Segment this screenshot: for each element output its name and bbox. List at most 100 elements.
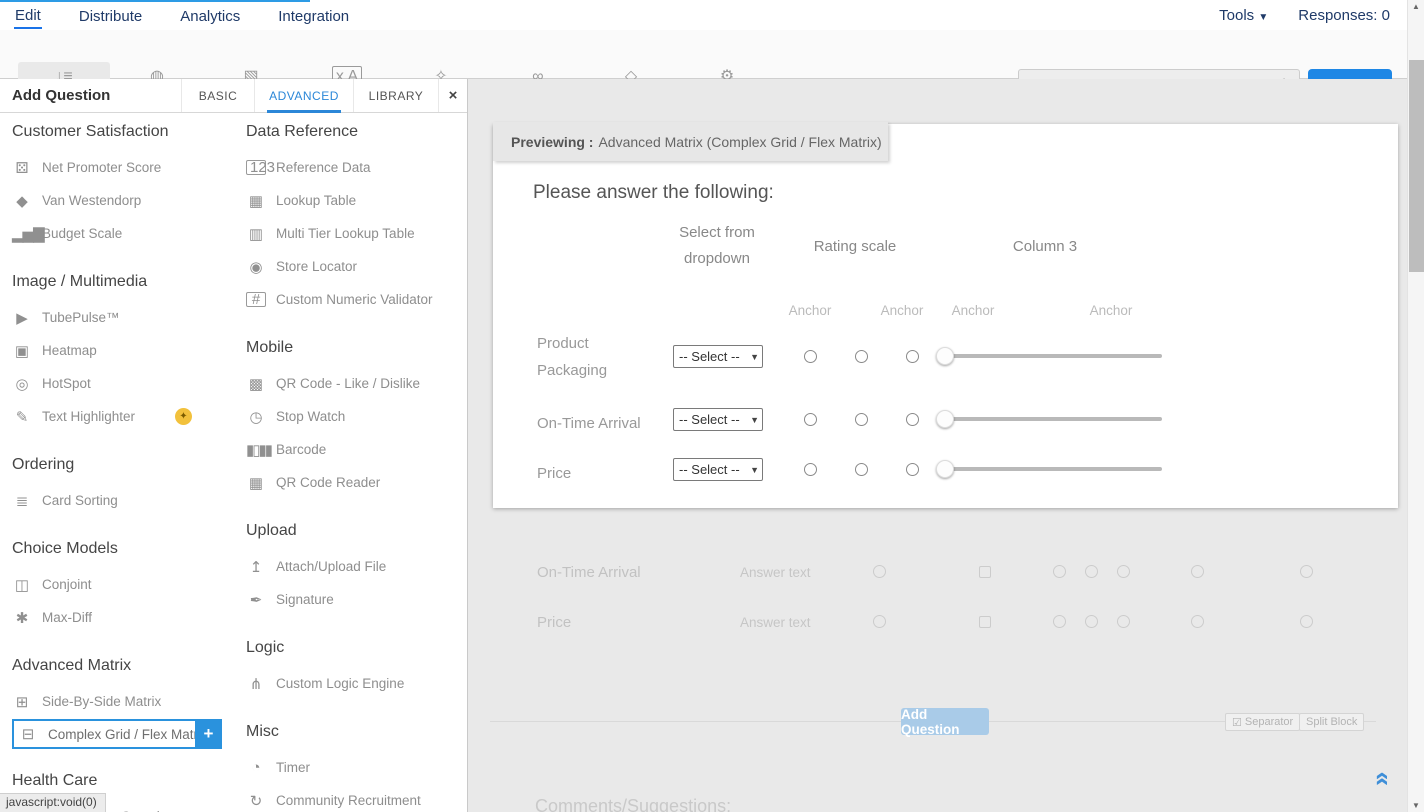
tab-library[interactable]: LIBRARY: [353, 79, 438, 112]
split-block-button[interactable]: Split Block: [1299, 713, 1364, 731]
radio-button[interactable]: [855, 413, 868, 426]
radio-button[interactable]: [855, 463, 868, 476]
question-type-timer[interactable]: ◔ Timer: [246, 751, 462, 784]
separator-button[interactable]: ☑ Separator: [1225, 713, 1300, 731]
radio-button[interactable]: [873, 615, 886, 628]
slider-handle[interactable]: [936, 347, 954, 365]
chevron-down-icon: ▼: [1258, 12, 1268, 23]
dropdown-select[interactable]: -- Select -- ▼: [673, 408, 763, 431]
radio-button[interactable]: [855, 350, 868, 363]
question-type-signature[interactable]: ✒ Signature: [246, 583, 462, 616]
responses-count[interactable]: Responses: 0: [1298, 7, 1390, 24]
question-type-heatmap[interactable]: ▣ Heatmap: [12, 334, 240, 367]
add-question-panel: Add Question BASIC ADVANCED LIBRARY × Cu…: [0, 79, 468, 812]
section-heading: Upload: [246, 522, 462, 542]
question-type-budget-scale[interactable]: ▂▅▇ Budget Scale: [12, 217, 240, 250]
scrollbar-thumb[interactable]: [1409, 60, 1424, 272]
radio-button[interactable]: [906, 463, 919, 476]
slider-track[interactable]: [938, 417, 1162, 421]
question-type-store-locator[interactable]: ◉ Store Locator: [246, 250, 462, 283]
question-type-reference-data[interactable]: 123 Reference Data: [246, 151, 462, 184]
nav-tab-analytics[interactable]: Analytics: [179, 3, 241, 28]
question-type-qr-like-dislike[interactable]: ▩ QR Code - Like / Dislike: [246, 367, 462, 400]
question-type-tubepulse[interactable]: ▶ TubePulse™: [12, 301, 240, 334]
question-type-stop-watch[interactable]: ◷ Stop Watch: [246, 400, 462, 433]
signature-icon: ✒: [246, 591, 266, 609]
tools-dropdown[interactable]: Tools ▼: [1219, 7, 1268, 24]
add-question-button[interactable]: Add Question: [901, 708, 989, 735]
question-type-lookup-table[interactable]: ▦ Lookup Table: [246, 184, 462, 217]
radio-button[interactable]: [1191, 615, 1204, 628]
nav-tab-edit[interactable]: Edit: [14, 2, 42, 29]
checkbox[interactable]: [979, 616, 991, 628]
section-heading: Data Reference: [246, 123, 462, 143]
section-heading: Advanced Matrix: [12, 657, 240, 677]
question-type-van-westendorp[interactable]: ◆ Van Westendorp: [12, 184, 240, 217]
question-type-hotspot[interactable]: ◎ HotSpot: [12, 367, 240, 400]
close-icon[interactable]: ×: [438, 79, 467, 112]
question-type-community-recruitment[interactable]: ↻ Community Recruitment: [246, 784, 462, 812]
question-type-multi-tier-lookup[interactable]: ▥ Multi Tier Lookup Table: [246, 217, 462, 250]
question-type-conjoint[interactable]: ◫ Conjoint: [12, 568, 240, 601]
question-type-net-promoter-score[interactable]: ⚄ Net Promoter Score: [12, 151, 240, 184]
qr-reader-icon: ▦: [246, 474, 266, 492]
slider-handle[interactable]: [936, 460, 954, 478]
add-question-type-button[interactable]: +: [195, 719, 222, 749]
radio-button[interactable]: [873, 565, 886, 578]
reference-data-icon: 123: [246, 160, 266, 175]
question-type-max-diff[interactable]: ✱ Max-Diff: [12, 601, 240, 634]
question-type-attach-upload[interactable]: ↥ Attach/Upload File: [246, 550, 462, 583]
question-type-barcode[interactable]: ▮▯▮▮ Barcode: [246, 433, 462, 466]
dropdown-select[interactable]: -- Select -- ▼: [673, 458, 763, 481]
section-heading: Mobile: [246, 339, 462, 359]
question-type-text-highlighter[interactable]: ✎ Text Highlighter ✦: [12, 400, 240, 433]
question-type-complex-grid-selected[interactable]: ⊟ Complex Grid / Flex Matrix +: [12, 719, 222, 749]
column-header-rating: Rating scale: [795, 234, 915, 260]
nav-tab-distribute[interactable]: Distribute: [78, 3, 143, 28]
question-type-custom-logic-engine[interactable]: ⋔ Custom Logic Engine: [246, 667, 462, 700]
checkbox[interactable]: [979, 566, 991, 578]
radio-button[interactable]: [804, 413, 817, 426]
radio-button[interactable]: [1053, 615, 1066, 628]
radio-button[interactable]: [1117, 615, 1130, 628]
stopwatch-icon: ◷: [246, 408, 266, 426]
radio-button[interactable]: [804, 463, 817, 476]
chevron-down-icon: ▼: [750, 352, 759, 362]
question-type-card-sorting[interactable]: ≣ Card Sorting: [12, 484, 240, 517]
checkbox-checked-icon: ☑: [1232, 716, 1242, 729]
dim-row-label: On-Time Arrival: [537, 564, 641, 581]
radio-button[interactable]: [1085, 615, 1098, 628]
tab-advanced[interactable]: ADVANCED: [254, 79, 353, 112]
radio-button[interactable]: [906, 350, 919, 363]
question-type-numeric-validator[interactable]: # Custom Numeric Validator: [246, 283, 462, 316]
radio-button[interactable]: [1085, 565, 1098, 578]
slider-track[interactable]: [938, 467, 1162, 471]
panel-column-1: Customer Satisfaction ⚄ Net Promoter Sco…: [12, 123, 240, 812]
dropdown-select[interactable]: -- Select -- ▼: [673, 345, 763, 368]
nav-tab-integration[interactable]: Integration: [277, 3, 350, 28]
question-type-qr-reader[interactable]: ▦ QR Code Reader: [246, 466, 462, 499]
anchor-label: Anchor: [941, 303, 1005, 318]
question-type-side-by-side-matrix[interactable]: ⊞ Side-By-Side Matrix: [12, 685, 240, 718]
lookup-table-icon: ▦: [246, 192, 266, 210]
column-header-col3: Column 3: [985, 234, 1105, 260]
slider-handle[interactable]: [936, 410, 954, 428]
scroll-to-top-icon[interactable]: »: [1367, 762, 1393, 786]
radio-button[interactable]: [906, 413, 919, 426]
radio-button[interactable]: [1300, 615, 1313, 628]
radio-button[interactable]: [1191, 565, 1204, 578]
slider-track[interactable]: [938, 354, 1162, 358]
row-label: Product Packaging: [537, 330, 629, 384]
section-heading: Image / Multimedia: [12, 273, 240, 293]
scrollbar-down-icon[interactable]: ▼: [1408, 801, 1424, 810]
previewing-banner: Previewing : Advanced Matrix (Complex Gr…: [493, 122, 888, 161]
tab-basic[interactable]: BASIC: [181, 79, 254, 112]
radio-button[interactable]: [1117, 565, 1130, 578]
radio-button[interactable]: [804, 350, 817, 363]
radio-button[interactable]: [1053, 565, 1066, 578]
vertical-scrollbar[interactable]: ▲ ▼: [1407, 0, 1424, 812]
scrollbar-up-icon[interactable]: ▲: [1408, 2, 1424, 11]
conjoint-icon: ◫: [12, 576, 32, 594]
section-heading: Health Care: [12, 772, 240, 792]
radio-button[interactable]: [1300, 565, 1313, 578]
